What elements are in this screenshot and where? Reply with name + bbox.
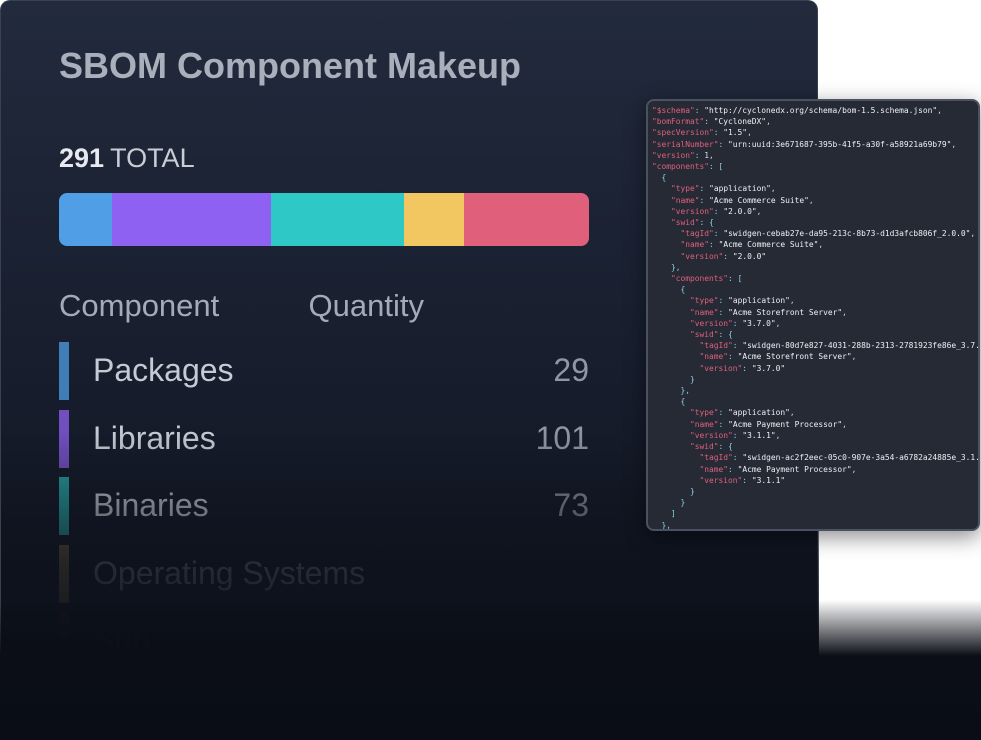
total-summary: 291 TOTAL [59, 143, 195, 174]
quantity-column-header: Quantity [308, 288, 424, 323]
bar-segment-subsystems [464, 193, 589, 246]
component-row: Operating Systems [59, 544, 589, 603]
bar-segment-binaries [270, 193, 404, 246]
json-code-block: "$schema": "http://cyclonedx.org/schema/… [652, 106, 980, 530]
component-quantity: 29 [553, 352, 589, 388]
component-row: Packages 29 [59, 342, 589, 400]
component-row: Binaries 73 [59, 477, 589, 535]
bar-segment-operating-systems [403, 193, 465, 246]
bottom-fade [0, 600, 981, 740]
component-quantity: 73 [553, 487, 589, 523]
component-quantity: 101 [535, 419, 589, 456]
row-color-stripe [59, 342, 69, 400]
bar-segment-packages [59, 193, 112, 246]
component-row: Libraries 101 [59, 409, 589, 468]
composition-bar [59, 193, 589, 246]
row-color-stripe [59, 544, 69, 603]
json-preview-window: "$schema": "http://cyclonedx.org/schema/… [646, 99, 980, 531]
component-name: Operating Systems [93, 554, 366, 591]
component-name: Binaries [93, 487, 209, 523]
component-name: Libraries [93, 419, 216, 456]
row-color-stripe [59, 477, 69, 535]
component-column-header: Component [59, 288, 220, 323]
bar-segment-libraries [111, 193, 271, 246]
component-name: Packages [93, 352, 234, 388]
total-count: 291 [59, 143, 105, 173]
row-color-stripe [59, 409, 69, 468]
total-label: TOTAL [110, 143, 195, 173]
panel-title: SBOM Component Makeup [59, 45, 522, 86]
